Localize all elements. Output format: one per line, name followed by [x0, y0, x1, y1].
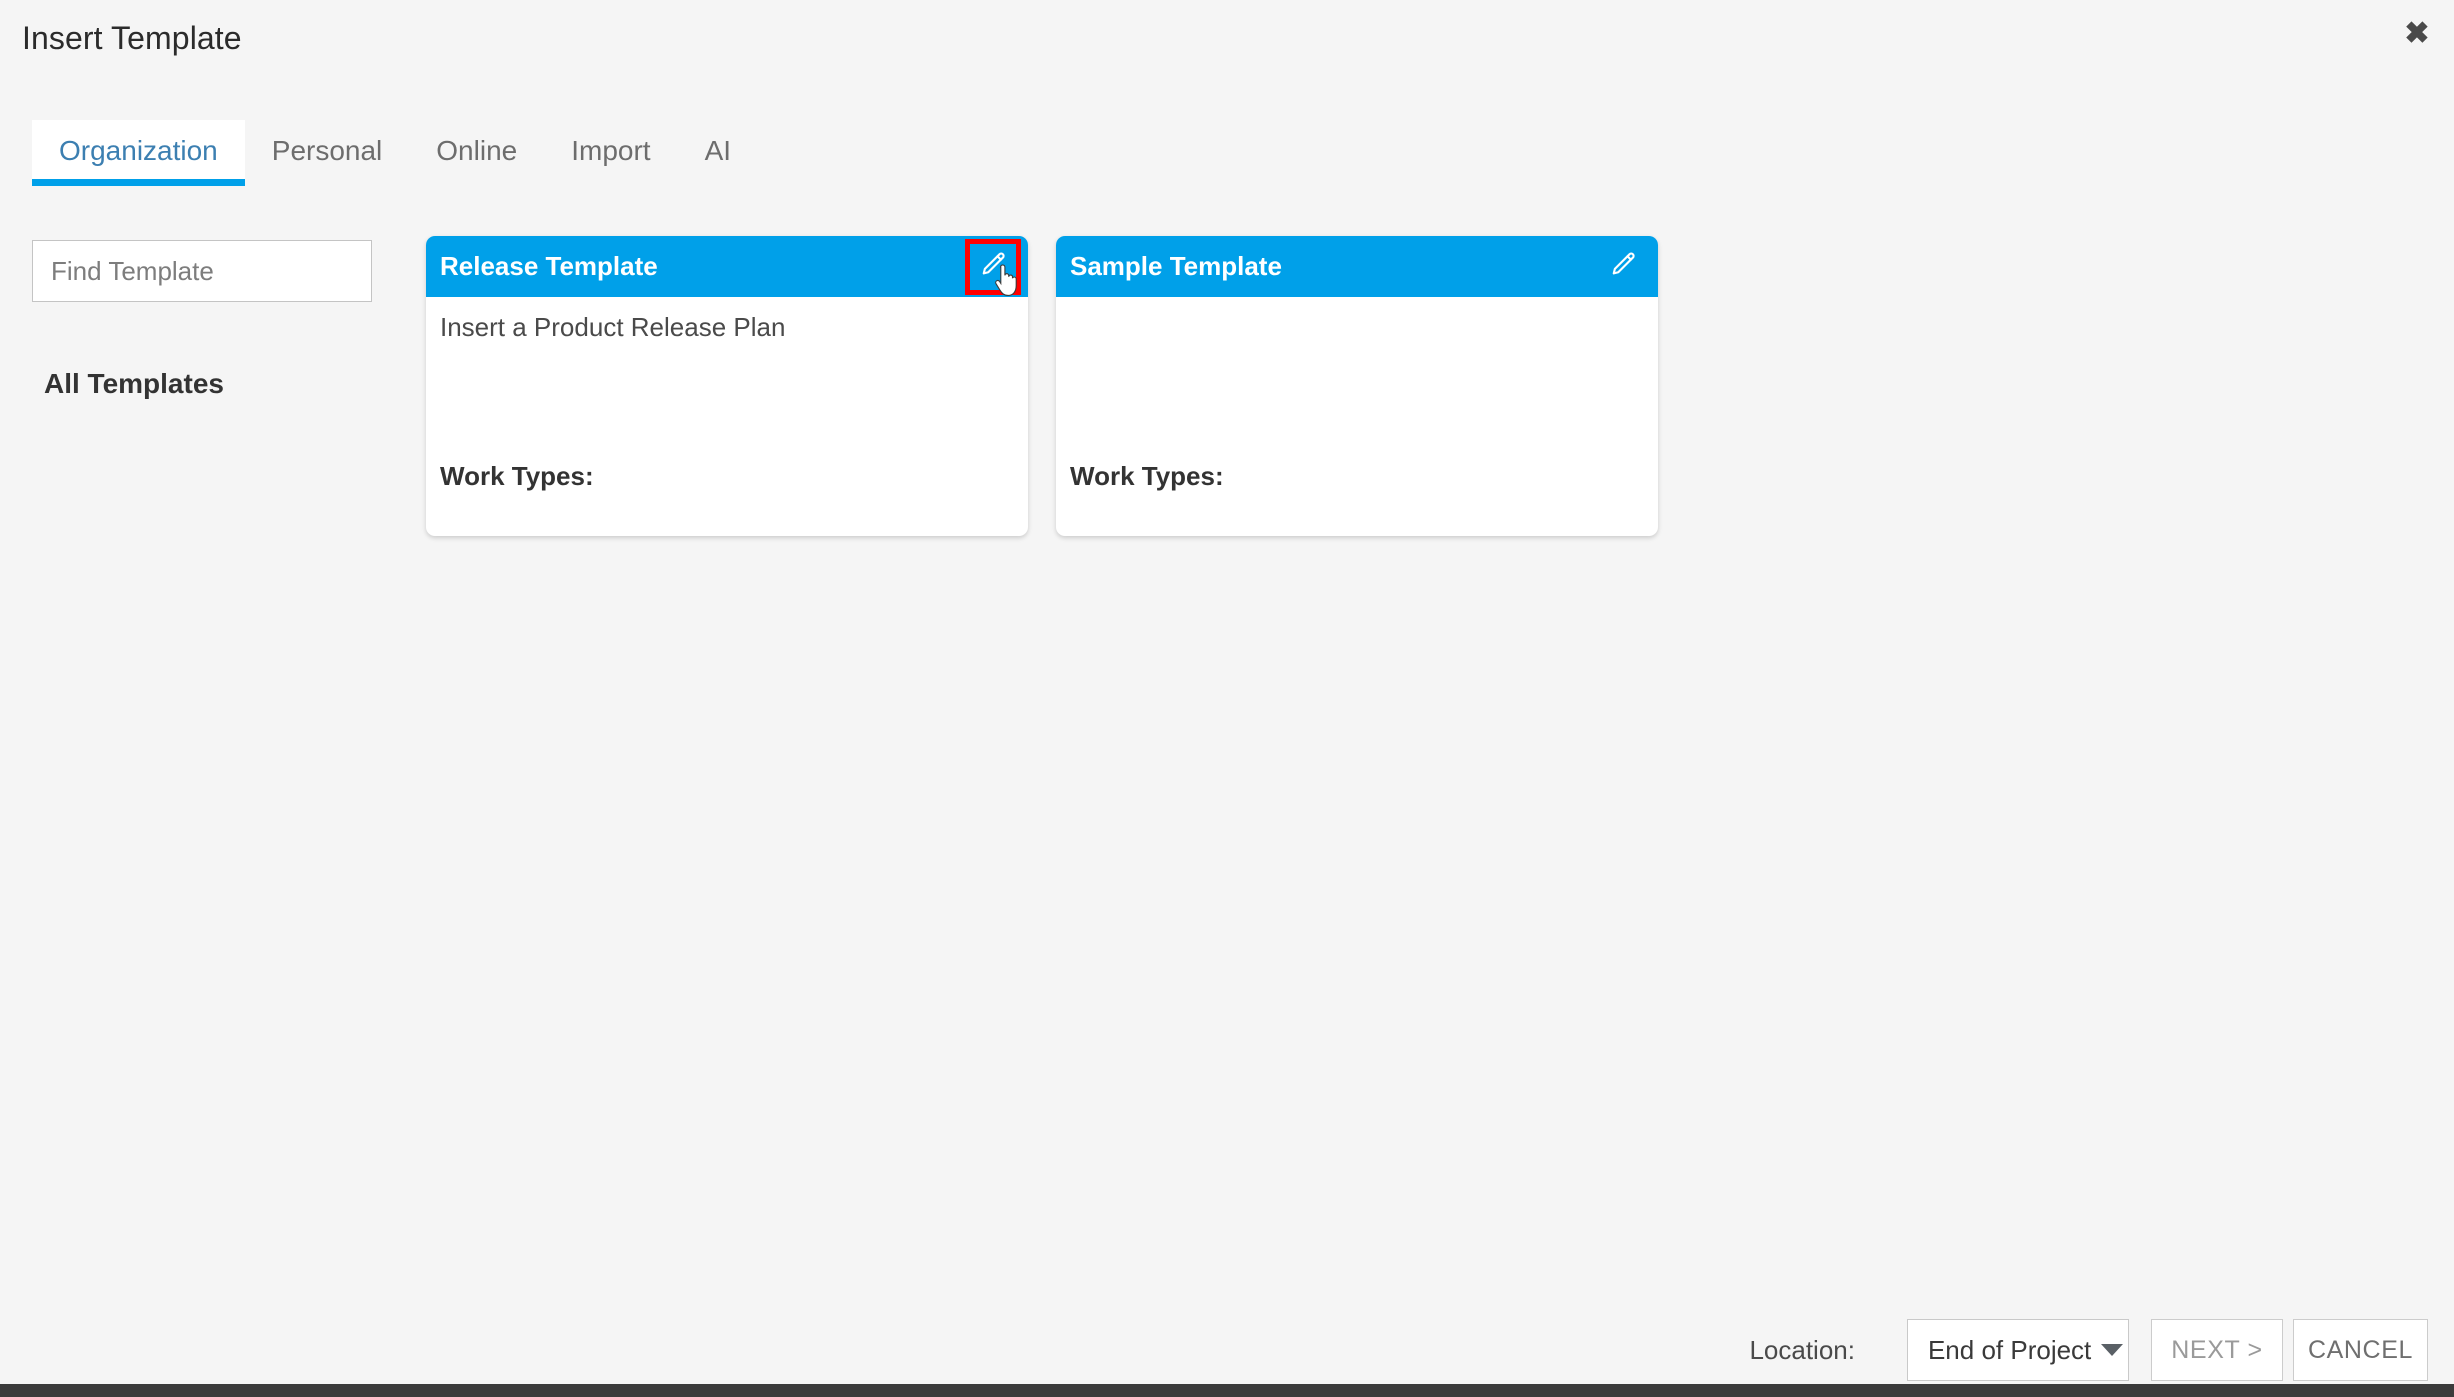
tab-bar: Organization Personal Online Import AI [32, 120, 758, 182]
template-card-sample[interactable]: Sample Template Work Types: [1056, 236, 1658, 536]
location-label: Location: [1749, 1335, 1855, 1366]
template-filter-panel: All Templates [32, 240, 372, 400]
page-title: Insert Template [22, 20, 242, 57]
tab-online[interactable]: Online [409, 120, 544, 182]
tab-organization[interactable]: Organization [32, 120, 245, 182]
template-card-header: Release Template [426, 236, 1028, 297]
pencil-icon [1608, 250, 1638, 283]
edit-template-button[interactable] [1600, 244, 1646, 290]
location-dropdown[interactable]: End of Project [1907, 1319, 2129, 1381]
tab-personal[interactable]: Personal [245, 120, 410, 182]
template-card-description: Insert a Product Release Plan [440, 311, 1012, 344]
template-card-header: Sample Template [1056, 236, 1658, 297]
template-card-list: Release Template Insert a Product Releas… [426, 236, 1658, 536]
window-footer-strip [0, 1384, 2454, 1397]
template-card-work-types: Work Types: [1070, 461, 1224, 492]
template-card-title: Release Template [440, 251, 658, 282]
template-card-release[interactable]: Release Template Insert a Product Releas… [426, 236, 1028, 536]
template-card-body: Work Types: [1056, 297, 1658, 536]
tab-ai[interactable]: AI [678, 120, 758, 182]
template-card-work-types: Work Types: [440, 461, 594, 492]
template-card-body: Insert a Product Release Plan Work Types… [426, 297, 1028, 536]
location-selected-value: End of Project [1928, 1335, 2091, 1366]
dialog-action-bar: Location: End of Project NEXT > CANCEL [1749, 1315, 2428, 1385]
dialog-header: Insert Template ✖ [0, 0, 2454, 86]
chevron-down-icon [2101, 1344, 2123, 1356]
next-button[interactable]: NEXT > [2151, 1319, 2283, 1381]
cancel-button[interactable]: CANCEL [2293, 1319, 2428, 1381]
close-icon[interactable]: ✖ [2394, 12, 2440, 56]
search-input[interactable] [32, 240, 372, 302]
edit-template-button[interactable] [970, 244, 1016, 290]
pencil-icon [978, 250, 1008, 283]
template-card-title: Sample Template [1070, 251, 1282, 282]
all-templates-group-label: All Templates [32, 368, 372, 400]
tab-import[interactable]: Import [544, 120, 677, 182]
